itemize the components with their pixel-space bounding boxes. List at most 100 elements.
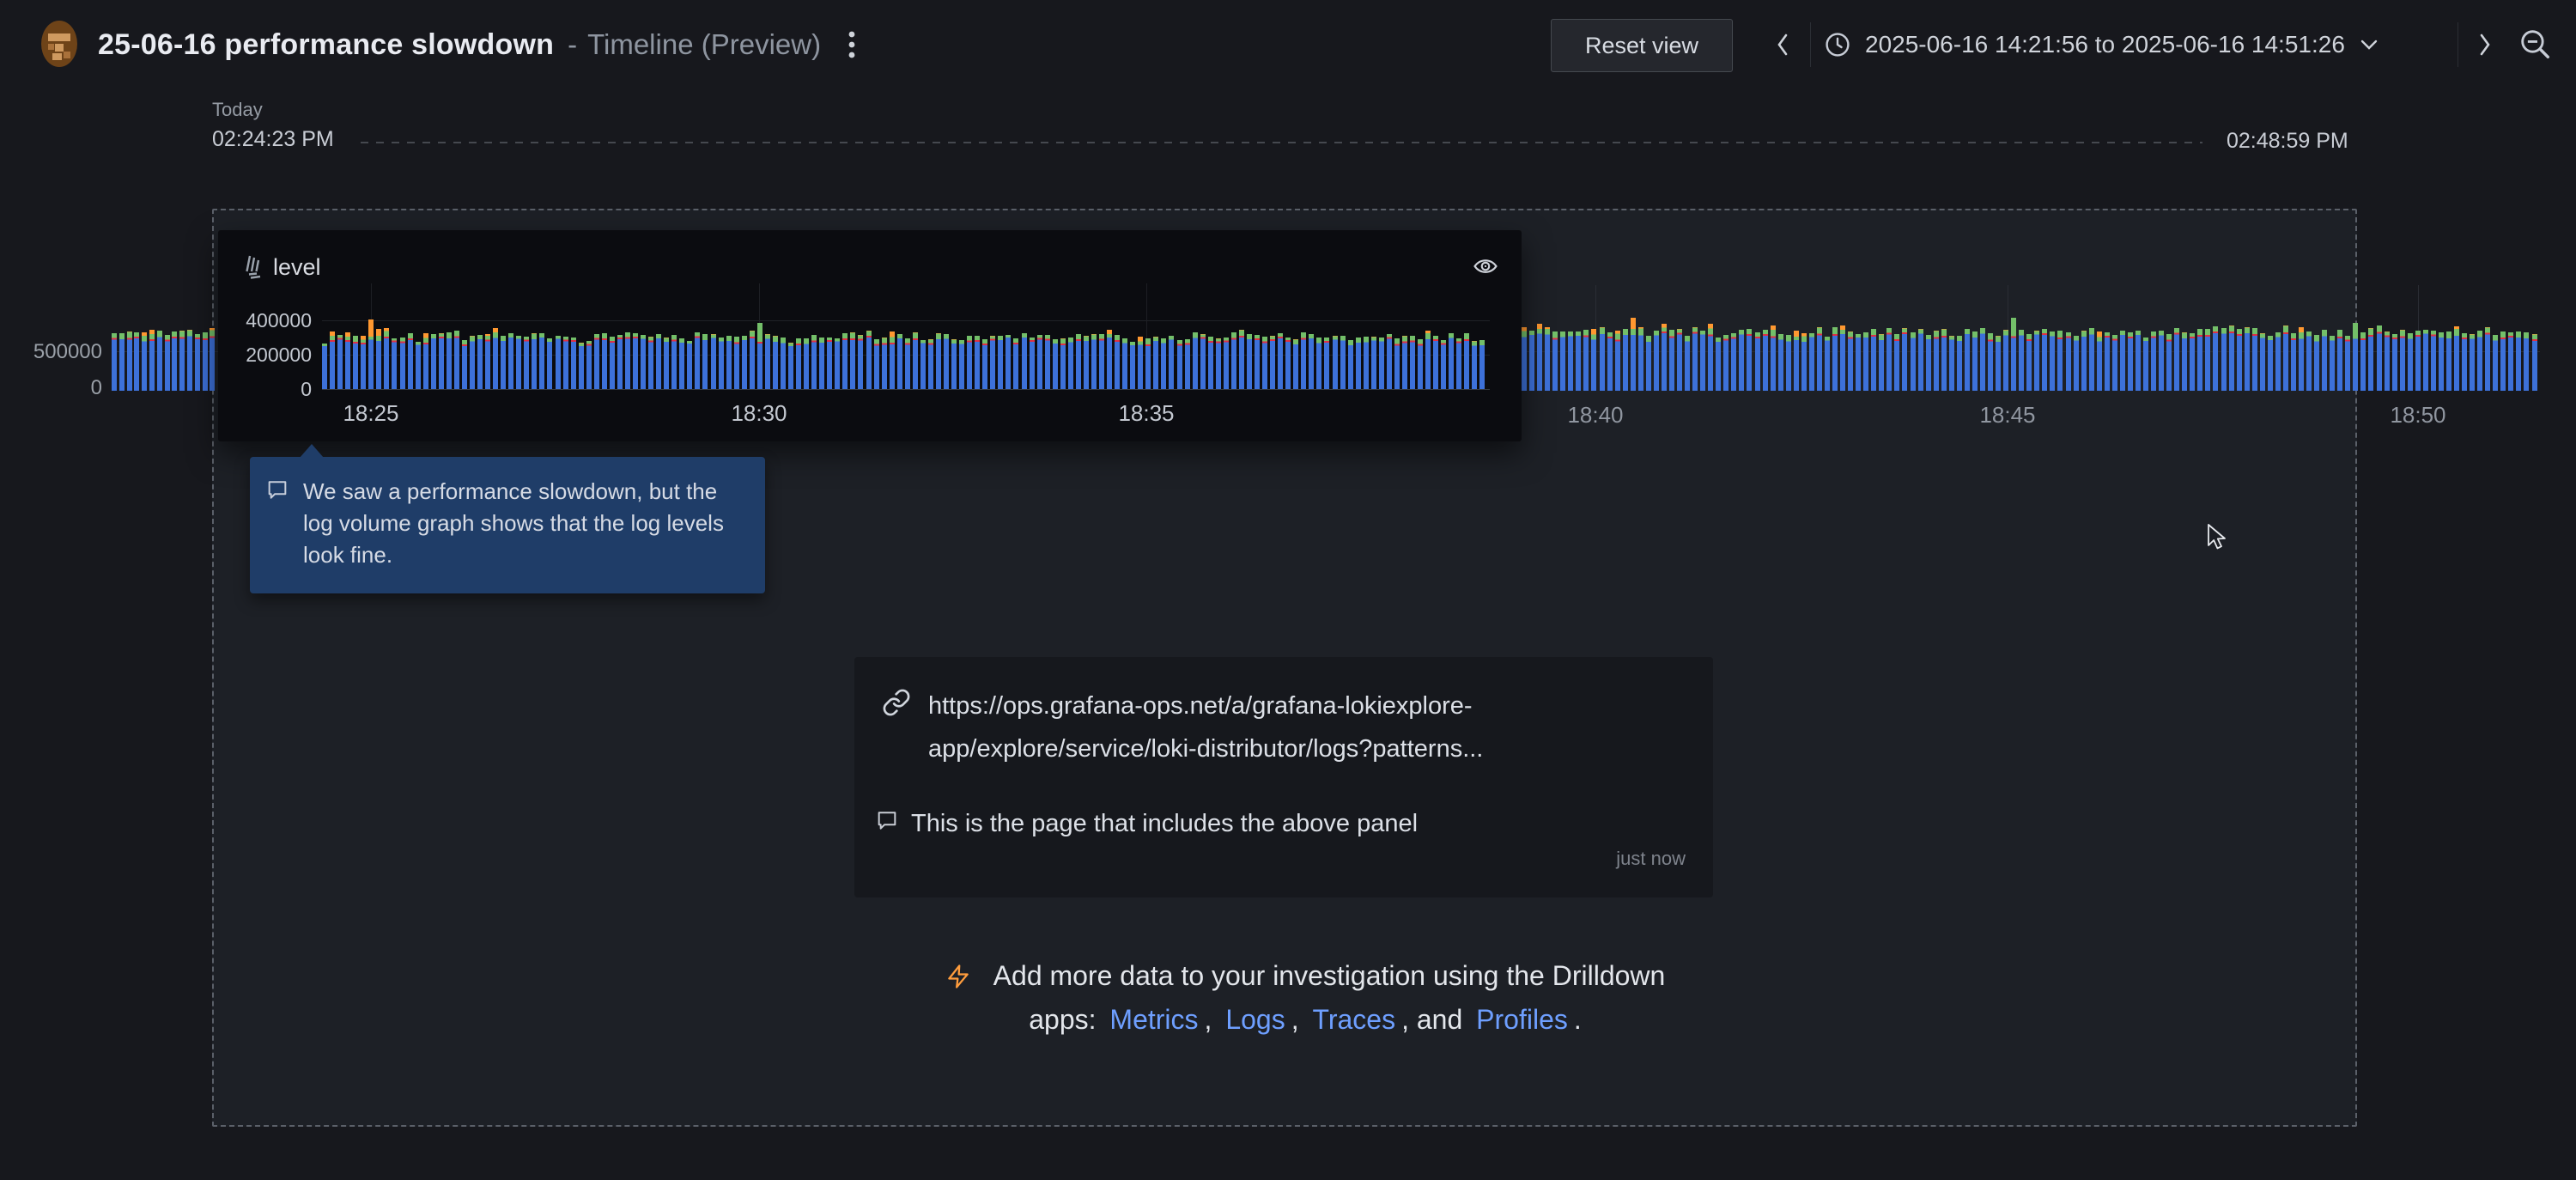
- log-volume-bar: [1316, 338, 1321, 389]
- log-volume-bar: [2524, 332, 2529, 391]
- log-volume-bar: [1771, 325, 1776, 391]
- time-range-text: 2025-06-16 14:21:56 to 2025-06-16 14:51:…: [1865, 31, 2345, 58]
- log-volume-bar: [796, 338, 801, 389]
- comment-icon: [875, 808, 899, 832]
- view-label: Timeline (Preview): [587, 28, 821, 61]
- link-card[interactable]: https://ops.grafana-ops.net/a/grafana-lo…: [854, 657, 1713, 897]
- log-volume-bar: [811, 335, 817, 389]
- background-xlabel-1850: 18:50: [2366, 402, 2470, 429]
- log-volume-bar: [897, 334, 902, 389]
- annotation-text: We saw a performance slowdown, but the l…: [303, 476, 743, 571]
- drilldown-link-metrics[interactable]: Metrics: [1109, 1004, 1198, 1035]
- log-volume-bar: [610, 337, 615, 389]
- log-volume-bar: [990, 336, 995, 389]
- log-volume-bar: [656, 334, 661, 389]
- log-volume-bar: [1185, 339, 1190, 389]
- log-volume-bar: [2089, 328, 2094, 391]
- log-volume-bar: [2003, 330, 2008, 391]
- drilldown-link-profiles[interactable]: Profiles: [1476, 1004, 1568, 1035]
- log-volume-bar: [187, 330, 192, 391]
- log-volume-bar: [1692, 327, 1698, 391]
- log-volume-bar: [1005, 335, 1011, 389]
- reset-view-button[interactable]: Reset view: [1551, 19, 1733, 72]
- log-volume-bar: [439, 333, 444, 389]
- log-volume-bar: [477, 335, 483, 389]
- header-divider: [1810, 22, 1811, 67]
- log-volume-bar: [1949, 336, 1954, 391]
- log-volume-bar: [1030, 338, 1035, 390]
- footer-text-segment: .: [1574, 1004, 1582, 1035]
- log-volume-bar: [1013, 338, 1018, 389]
- log-volume-bar: [1615, 331, 1620, 391]
- drilldown-hint: Add more data to your investigation usin…: [859, 960, 1752, 1036]
- log-volume-bar: [679, 338, 684, 389]
- background-xlabel-1840: 18:40: [1544, 402, 1647, 429]
- log-volume-bar: [1623, 329, 1628, 391]
- log-volume-bar: [400, 338, 405, 389]
- log-volume-bar: [2268, 336, 2273, 391]
- log-volume-bar: [890, 331, 895, 389]
- log-volume-bar: [928, 339, 933, 389]
- clock-icon: [1824, 31, 1851, 58]
- log-volume-bar: [134, 332, 139, 391]
- zoom-out-icon[interactable]: [2514, 24, 2557, 65]
- log-volume-bar: [1456, 338, 1461, 389]
- log-volume-bar: [850, 332, 855, 389]
- kebab-menu-icon[interactable]: [835, 26, 869, 64]
- log-volume-bar: [2011, 318, 2016, 391]
- log-volume-bar: [1677, 329, 1682, 391]
- log-volume-bar: [2283, 325, 2288, 391]
- drilldown-link-traces[interactable]: Traces: [1312, 1004, 1395, 1035]
- log-volume-bar: [2385, 331, 2390, 391]
- log-volume-bar: [112, 333, 117, 391]
- log-volume-bar: [1568, 331, 1573, 391]
- drilldown-link-logs[interactable]: Logs: [1225, 1004, 1285, 1035]
- log-volume-bar: [1560, 331, 1565, 391]
- log-volume-bar: [959, 340, 964, 389]
- log-volume-bar: [664, 338, 669, 389]
- log-volume-bar: [1755, 332, 1760, 391]
- log-volume-bar: [2477, 331, 2482, 391]
- chevron-down-icon: [2359, 38, 2379, 52]
- card-comment-text: This is the page that includes the above…: [911, 810, 1418, 838]
- card-url-line2: app/explore/service/loki-distributor/log…: [928, 735, 1483, 763]
- eye-icon[interactable]: [1470, 251, 1501, 282]
- log-volume-bar: [571, 338, 576, 389]
- log-volume-bar: [1934, 331, 1939, 391]
- log-volume-bar: [1193, 332, 1198, 389]
- log-volume-bar: [951, 339, 957, 389]
- log-volume-bar: [1169, 336, 1174, 389]
- card-url-line1: https://ops.grafana-ops.net/a/grafana-lo…: [928, 692, 1473, 720]
- log-volume-bar: [1247, 334, 1252, 389]
- log-volume-bar: [2306, 331, 2312, 391]
- card-url-link[interactable]: https://ops.grafana-ops.net/a/grafana-lo…: [928, 684, 1483, 770]
- log-volume-panel[interactable]: level 400000 200000 0 18:25 18:30 18:35: [218, 230, 1522, 441]
- chevron-right-icon[interactable]: [2470, 26, 2500, 64]
- log-volume-bar: [1731, 333, 1736, 391]
- log-volume-bar: [2392, 334, 2397, 391]
- log-volume-bar: [1716, 338, 1721, 391]
- log-volume-bar: [2322, 330, 2327, 391]
- log-volume-bar: [1216, 338, 1221, 389]
- log-volume-bar: [1239, 330, 1244, 389]
- log-volume-bar: [734, 337, 739, 389]
- log-volume-bar: [127, 331, 132, 391]
- log-volume-bar: [2074, 336, 2079, 391]
- log-volume-bar: [1324, 338, 1329, 389]
- log-volume-bar: [819, 338, 824, 389]
- log-volume-bar: [210, 328, 215, 391]
- background-bars-right: [1522, 309, 2543, 391]
- time-range-picker[interactable]: 2025-06-16 14:21:56 to 2025-06-16 14:51:…: [1824, 21, 2379, 69]
- log-volume-bar: [1747, 329, 1752, 391]
- log-volume-bar: [2120, 331, 2125, 391]
- log-volume-bar: [2353, 323, 2358, 391]
- annotation-note: We saw a performance slowdown, but the l…: [250, 457, 765, 593]
- log-volume-bar: [1387, 334, 1392, 389]
- log-volume-icon: [242, 252, 270, 280]
- log-volume-bar: [1825, 337, 1830, 391]
- log-volume-bar: [337, 335, 343, 389]
- log-volume-bar: [408, 333, 413, 389]
- log-volume-bar: [625, 332, 630, 389]
- log-volume-bar: [2057, 331, 2063, 391]
- chevron-left-icon[interactable]: [1767, 26, 1798, 64]
